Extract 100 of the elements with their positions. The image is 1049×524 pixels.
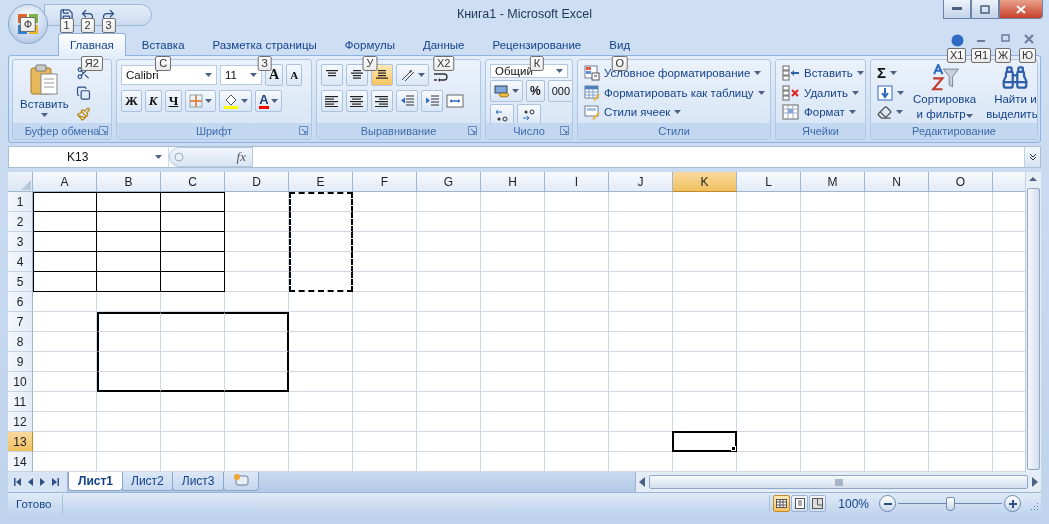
dialog-launcher-icon[interactable] — [99, 126, 108, 135]
table-cell[interactable] — [545, 352, 609, 372]
table-cell[interactable] — [481, 392, 545, 412]
currency-button[interactable] — [490, 80, 523, 102]
table-cell[interactable] — [545, 252, 609, 272]
table-cell[interactable] — [225, 212, 289, 232]
table-cell[interactable] — [225, 272, 289, 292]
table-cell[interactable] — [225, 192, 289, 212]
table-cell[interactable] — [289, 352, 353, 372]
row-header[interactable]: 4 — [8, 252, 33, 272]
table-cell[interactable] — [673, 252, 737, 272]
merge-cells-icon[interactable] — [446, 94, 464, 108]
table-cell[interactable] — [481, 292, 545, 312]
table-cell[interactable] — [353, 212, 417, 232]
table-cell[interactable] — [97, 332, 161, 352]
align-button[interactable] — [321, 90, 343, 112]
table-cell[interactable] — [289, 392, 353, 412]
table-cell[interactable] — [225, 412, 289, 432]
table-cell[interactable] — [737, 312, 801, 332]
table-cell[interactable] — [801, 252, 865, 272]
table-cell[interactable] — [737, 232, 801, 252]
table-cell[interactable] — [737, 272, 801, 292]
row-header[interactable]: 11 — [8, 392, 33, 412]
table-cell[interactable] — [929, 232, 993, 252]
next-sheet-icon[interactable] — [40, 478, 45, 486]
table-cell[interactable] — [801, 372, 865, 392]
table-cell[interactable] — [33, 392, 97, 412]
table-cell[interactable] — [225, 332, 289, 352]
table-cell[interactable] — [289, 272, 353, 292]
table-cell[interactable] — [289, 412, 353, 432]
right-arrow-icon[interactable] — [1032, 477, 1038, 487]
shrink-font-button[interactable]: A — [286, 64, 303, 86]
table-cell[interactable] — [161, 312, 225, 332]
table-cell[interactable] — [97, 312, 161, 332]
office-button[interactable]: Ф — [8, 4, 48, 44]
table-cell[interactable] — [33, 192, 97, 212]
copy-icon[interactable] — [75, 86, 91, 101]
table-cell[interactable] — [929, 352, 993, 372]
table-cell[interactable] — [417, 412, 481, 432]
table-cell[interactable] — [161, 352, 225, 372]
table-cell[interactable] — [289, 212, 353, 232]
table-cell[interactable] — [417, 252, 481, 272]
align-button[interactable] — [346, 64, 368, 86]
table-cell[interactable] — [609, 232, 673, 252]
table-cell[interactable] — [929, 412, 993, 432]
table-cell[interactable] — [609, 452, 673, 472]
table-cell[interactable] — [737, 292, 801, 312]
table-cell[interactable] — [929, 332, 993, 352]
zoom-out-button[interactable] — [879, 495, 896, 512]
table-cell[interactable] — [737, 212, 801, 232]
restore-icon[interactable] — [1000, 34, 1010, 44]
table-cell[interactable] — [225, 392, 289, 412]
row-header[interactable]: 8 — [8, 332, 33, 352]
column-header[interactable]: N — [865, 172, 929, 192]
font-color-button[interactable]: A — [255, 90, 282, 112]
align-button[interactable] — [371, 90, 393, 112]
table-cell[interactable] — [481, 352, 545, 372]
table-cell[interactable] — [545, 272, 609, 292]
decrease-decimal-button[interactable] — [517, 104, 541, 126]
row-header[interactable]: 13 — [8, 432, 33, 452]
table-cell[interactable] — [545, 192, 609, 212]
table-cell[interactable] — [673, 232, 737, 252]
table-cell[interactable] — [289, 312, 353, 332]
table-cell[interactable] — [289, 192, 353, 212]
insert-sheet-button[interactable] — [222, 472, 259, 491]
paintbrush-icon[interactable] — [75, 106, 91, 121]
table-cell[interactable] — [609, 412, 673, 432]
table-cell[interactable] — [737, 432, 801, 452]
table-cell[interactable] — [33, 352, 97, 372]
fill-color-button[interactable] — [219, 90, 253, 112]
table-cell[interactable] — [545, 292, 609, 312]
row-header[interactable]: 9 — [8, 352, 33, 372]
table-cell[interactable] — [865, 312, 929, 332]
table-cell[interactable] — [161, 272, 225, 292]
styles-menu-button[interactable]: Форматировать как таблицу — [582, 83, 767, 102]
table-cell[interactable] — [289, 372, 353, 392]
column-header[interactable]: A — [33, 172, 97, 192]
table-cell[interactable] — [929, 272, 993, 292]
column-header[interactable]: J — [609, 172, 673, 192]
table-cell[interactable] — [609, 352, 673, 372]
table-cell[interactable] — [545, 312, 609, 332]
bold-button[interactable]: Ж — [121, 90, 142, 112]
table-cell[interactable] — [481, 372, 545, 392]
table-cell[interactable] — [353, 272, 417, 292]
table-cell[interactable] — [417, 292, 481, 312]
table-cell[interactable] — [865, 232, 929, 252]
table-cell[interactable] — [737, 332, 801, 352]
table-cell[interactable] — [673, 352, 737, 372]
table-cell[interactable] — [801, 312, 865, 332]
first-sheet-icon[interactable] — [14, 478, 21, 486]
table-cell[interactable] — [481, 412, 545, 432]
dialog-launcher-icon[interactable] — [560, 126, 569, 135]
table-cell[interactable] — [161, 252, 225, 272]
table-cell[interactable] — [801, 232, 865, 252]
table-cell[interactable] — [545, 452, 609, 472]
table-cell[interactable] — [417, 332, 481, 352]
left-arrow-icon[interactable] — [639, 477, 645, 487]
table-cell[interactable] — [673, 372, 737, 392]
table-cell[interactable] — [33, 292, 97, 312]
table-cell[interactable] — [33, 252, 97, 272]
